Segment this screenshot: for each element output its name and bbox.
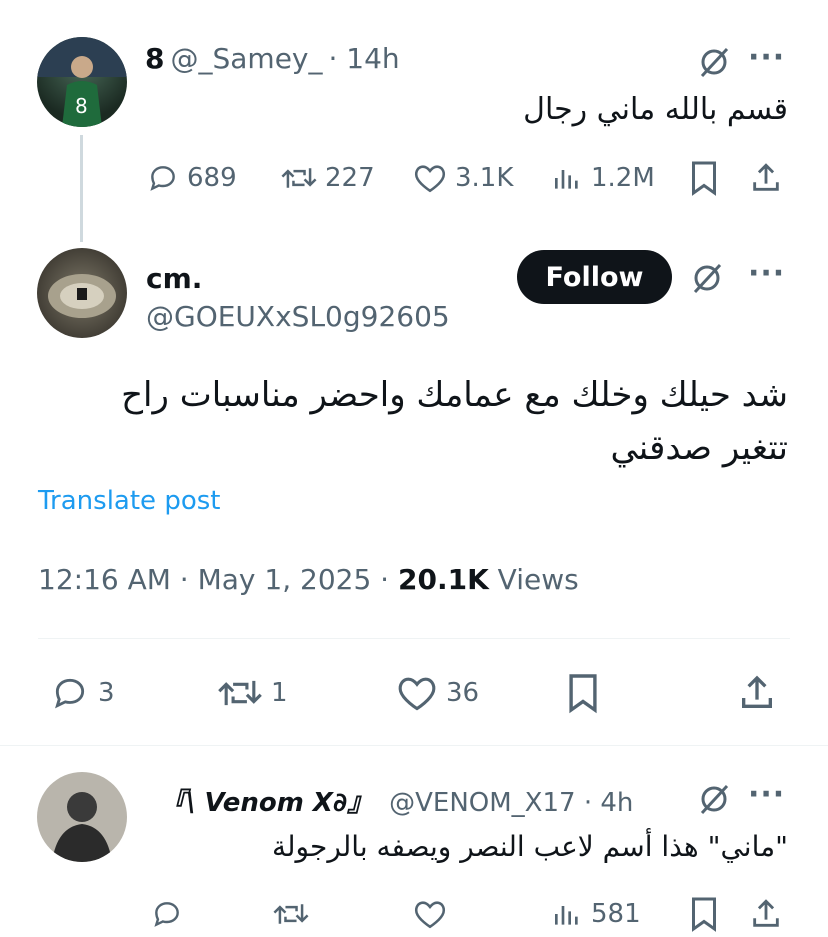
divider <box>0 745 828 746</box>
more-icon[interactable]: ··· <box>748 40 785 75</box>
avatar-samey[interactable]: 8 <box>37 37 127 127</box>
svg-text:8: 8 <box>75 94 88 118</box>
views-label: Views <box>497 563 579 596</box>
handle[interactable]: @VENOM_X17 · 4h <box>389 788 633 818</box>
like-button[interactable]: 36 <box>396 674 479 712</box>
bookmark-icon[interactable] <box>566 672 600 714</box>
timestamp[interactable]: · 14h <box>329 42 400 75</box>
avatar-venom[interactable] <box>37 772 127 862</box>
views-icon <box>555 170 578 189</box>
share-icon[interactable] <box>749 160 783 196</box>
like-count: 3.1K <box>455 163 514 193</box>
more-icon[interactable]: ··· <box>748 256 785 291</box>
bookmark-icon[interactable] <box>689 896 719 932</box>
retweet-icon[interactable] <box>273 898 309 930</box>
retweet-icon <box>218 680 262 706</box>
tweet-text: "ماني" هذا أسم لاعب النصر ويصفه بالرجولة <box>272 830 788 863</box>
reply-icon[interactable] <box>151 898 183 930</box>
like-button[interactable]: 3.1K <box>413 162 513 194</box>
reply-icon <box>55 678 85 709</box>
tweet-text-line-2: تتغير صدقني <box>610 428 788 468</box>
views-icon <box>555 906 578 925</box>
tweet-text-line-1: شد حيلك وخلك مع عمامك واحضر مناسبات راح <box>121 375 788 415</box>
thread-line <box>80 135 83 242</box>
like-count: 36 <box>446 678 480 708</box>
grok-icon[interactable] <box>697 45 731 79</box>
reply-button[interactable]: 689 <box>147 162 237 194</box>
views-count: 1.2M <box>591 163 655 193</box>
display-name[interactable]: 8 <box>145 42 164 75</box>
retweet-count: 1 <box>271 678 288 708</box>
views-button[interactable]: 581 <box>551 898 641 930</box>
reply-count: 3 <box>98 678 115 708</box>
post-timestamp[interactable]: 12:16 AM · May 1, 2025 · <box>38 563 389 596</box>
avatar-cm[interactable] <box>37 248 127 338</box>
follow-button[interactable]: Follow <box>517 250 672 304</box>
reply-count: 689 <box>187 163 237 193</box>
like-icon <box>398 677 436 711</box>
divider <box>38 638 790 639</box>
share-icon[interactable] <box>749 896 783 932</box>
reply-button[interactable]: 3 <box>50 674 115 712</box>
retweet-icon <box>281 168 317 188</box>
retweet-button[interactable]: 227 <box>281 162 375 194</box>
tweet-text: قسم بالله ماني رجال <box>523 92 788 127</box>
retweet-count: 227 <box>325 163 375 193</box>
bookmark-icon[interactable] <box>689 160 719 196</box>
views-button[interactable]: 1.2M <box>551 162 655 194</box>
more-icon[interactable]: ··· <box>748 777 785 812</box>
handle[interactable]: @_Samey_ <box>170 42 322 75</box>
views-count: 20.1K <box>397 563 489 596</box>
grok-icon[interactable] <box>697 782 731 816</box>
display-name[interactable]: cm. <box>146 262 202 295</box>
grok-icon[interactable] <box>690 261 724 295</box>
translate-link[interactable]: Translate post <box>38 486 220 516</box>
like-icon <box>414 165 446 193</box>
retweet-button[interactable]: 1 <box>217 674 288 712</box>
display-name[interactable]: 『\ Venom X∂』 <box>160 782 373 819</box>
reply-icon <box>150 166 175 191</box>
like-icon[interactable] <box>413 898 447 930</box>
share-icon[interactable] <box>737 672 777 714</box>
handle[interactable]: @GOEUXxSL0g92605 <box>146 300 450 333</box>
views-count: 581 <box>591 899 641 929</box>
